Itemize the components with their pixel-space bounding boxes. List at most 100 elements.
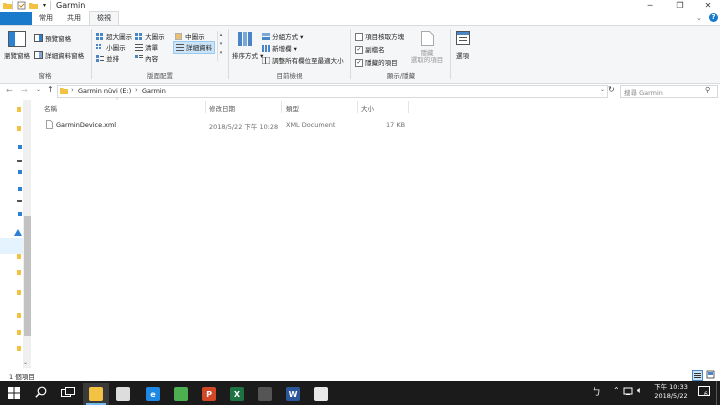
- task-view-icon[interactable]: [61, 387, 75, 401]
- show-desktop-button[interactable]: [716, 381, 720, 405]
- options-button[interactable]: 選項: [456, 50, 469, 60]
- nav-pc-icon[interactable]: [17, 200, 22, 202]
- details-pane-label: 詳細資料窗格: [45, 52, 85, 60]
- tab-home[interactable]: 常用: [34, 12, 58, 25]
- navigation-pane-button[interactable]: 瀏覽窗格: [4, 50, 30, 60]
- ime-icon[interactable]: ㄅ: [592, 385, 601, 398]
- nav-folder-icon[interactable]: [17, 290, 21, 295]
- nav-selected-item[interactable]: [0, 238, 23, 254]
- hide-selected-items-button[interactable]: 隱藏 選取的項目: [407, 50, 447, 64]
- nav-pc-icon[interactable]: [17, 160, 22, 162]
- breadcrumb-chevron[interactable]: ›: [135, 86, 138, 94]
- nav-onedrive-icon[interactable]: [18, 145, 22, 149]
- nav-folder-icon[interactable]: [17, 254, 21, 259]
- column-header-size[interactable]: 大小: [361, 103, 374, 113]
- search-icon[interactable]: ⚲: [705, 86, 710, 94]
- search-taskbar-icon[interactable]: [35, 386, 47, 400]
- extra-large-icons-option[interactable]: 超大圖示: [96, 31, 132, 42]
- taskbar-app-file-explorer[interactable]: [83, 383, 109, 405]
- expand-ribbon-icon[interactable]: ⌄: [696, 14, 702, 22]
- notification-count: 6: [704, 391, 708, 398]
- item-check-boxes-checkbox[interactable]: [355, 33, 363, 41]
- taskbar-app-calculator[interactable]: [252, 383, 278, 405]
- file-name[interactable]: GarminDevice.xml: [56, 121, 116, 129]
- minimize-button[interactable]: ─: [635, 0, 665, 12]
- volume-icon[interactable]: 🔈︎: [637, 386, 642, 396]
- back-button[interactable]: ←: [6, 86, 13, 95]
- refresh-button[interactable]: ↻: [608, 85, 615, 94]
- tab-share[interactable]: 共用: [62, 12, 86, 25]
- help-icon[interactable]: ?: [709, 13, 718, 22]
- list-option[interactable]: 清單: [135, 42, 158, 53]
- paint-icon: [314, 387, 328, 401]
- navigation-pane-icon[interactable]: [8, 31, 26, 49]
- nav-folder-icon[interactable]: [17, 126, 21, 131]
- tab-view[interactable]: 檢視: [89, 11, 119, 26]
- size-columns-button[interactable]: 調整所有欄位至最適大小: [261, 55, 344, 66]
- nav-folder-icon[interactable]: [17, 270, 21, 275]
- content-option[interactable]: 內容: [135, 53, 158, 64]
- address-bar[interactable]: [57, 85, 608, 98]
- clock[interactable]: 下午 10:33 2018/5/22: [652, 383, 690, 401]
- details-pane-button[interactable]: 詳細資料窗格: [34, 50, 84, 61]
- nav-drive-icon[interactable]: [18, 170, 22, 174]
- action-center-icon[interactable]: 6: [698, 386, 710, 398]
- up-button[interactable]: ↑: [47, 85, 54, 94]
- breadcrumb-folder[interactable]: Garmin: [142, 87, 166, 95]
- forward-button[interactable]: →: [21, 86, 28, 95]
- sort-by-button[interactable]: 排序方式 ▾: [232, 50, 263, 60]
- taskbar-app-edge[interactable]: e: [140, 383, 166, 405]
- preview-pane-button[interactable]: 預覽窗格: [34, 33, 71, 44]
- column-divider[interactable]: [408, 101, 409, 113]
- layout-scroll-arrows[interactable]: ▴ ▾ ▾: [217, 31, 224, 61]
- file-name-extensions-checkbox[interactable]: ✓: [355, 46, 363, 54]
- column-header-type[interactable]: 類型: [286, 103, 299, 113]
- breadcrumb-drive[interactable]: Garmin nüvi (E:): [78, 87, 131, 95]
- address-history-dropdown[interactable]: ⌄: [600, 86, 605, 93]
- nav-drive-icon[interactable]: [18, 187, 22, 191]
- start-button[interactable]: [8, 387, 20, 401]
- column-header-modified[interactable]: 修改日期: [209, 103, 235, 113]
- properties-icon[interactable]: [17, 1, 26, 10]
- taskbar-app-paint[interactable]: [308, 383, 334, 405]
- column-header-name[interactable]: 名稱: [44, 103, 57, 113]
- small-icons-option[interactable]: 小圖示: [96, 42, 126, 53]
- group-by-button[interactable]: 分組方式 ▾: [262, 31, 303, 42]
- add-columns-button[interactable]: 新增欄 ▾: [262, 43, 297, 54]
- hidden-items-toggle[interactable]: ✓ 隱藏的項目: [355, 57, 398, 67]
- large-icons-view-toggle[interactable]: [706, 370, 715, 379]
- taskbar-app-powerpoint[interactable]: P: [196, 383, 222, 405]
- nav-folder-icon[interactable]: [17, 330, 21, 335]
- tray-overflow-icon[interactable]: ⌃: [613, 386, 620, 395]
- hidden-items-checkbox[interactable]: ✓: [355, 59, 363, 67]
- customize-toolbar-icon[interactable]: ▾: [40, 1, 49, 10]
- taskbar-app-excel[interactable]: X: [224, 383, 250, 405]
- breadcrumb-chevron[interactable]: ›: [71, 86, 74, 94]
- large-icons-option[interactable]: 大圖示: [135, 31, 165, 42]
- close-button[interactable]: ✕: [693, 0, 720, 12]
- nav-folder-icon[interactable]: [17, 346, 21, 351]
- new-folder-icon[interactable]: [29, 1, 38, 10]
- scroll-down-arrow[interactable]: ⌄: [23, 359, 28, 366]
- details-view-toggle[interactable]: [692, 370, 703, 381]
- nav-drive-icon[interactable]: [18, 212, 22, 216]
- nav-drive-icon[interactable]: [14, 229, 22, 236]
- taskbar-app-word[interactable]: W: [280, 383, 306, 405]
- tiles-option[interactable]: 並排: [96, 53, 119, 64]
- taskbar-app-chrome[interactable]: [168, 383, 194, 405]
- nav-folder-icon[interactable]: [17, 107, 21, 112]
- nav-folder-icon[interactable]: [17, 313, 21, 318]
- maximize-button[interactable]: ❐: [665, 0, 695, 12]
- column-divider[interactable]: [281, 101, 282, 113]
- nav-scrollbar-thumb[interactable]: [24, 216, 31, 336]
- recent-locations-button[interactable]: ⌄: [36, 86, 41, 93]
- file-tab[interactable]: [0, 12, 32, 25]
- network-icon[interactable]: [623, 386, 633, 398]
- file-name-extensions-toggle[interactable]: ✓ 副檔名: [355, 44, 385, 54]
- taskbar-app-store[interactable]: [110, 383, 136, 405]
- details-option[interactable]: 詳細資料: [173, 41, 216, 54]
- medium-icons-option[interactable]: 中圖示: [175, 31, 205, 42]
- item-check-boxes-toggle[interactable]: 項目核取方塊: [355, 31, 404, 41]
- column-divider[interactable]: [357, 101, 358, 113]
- column-divider[interactable]: [205, 101, 206, 113]
